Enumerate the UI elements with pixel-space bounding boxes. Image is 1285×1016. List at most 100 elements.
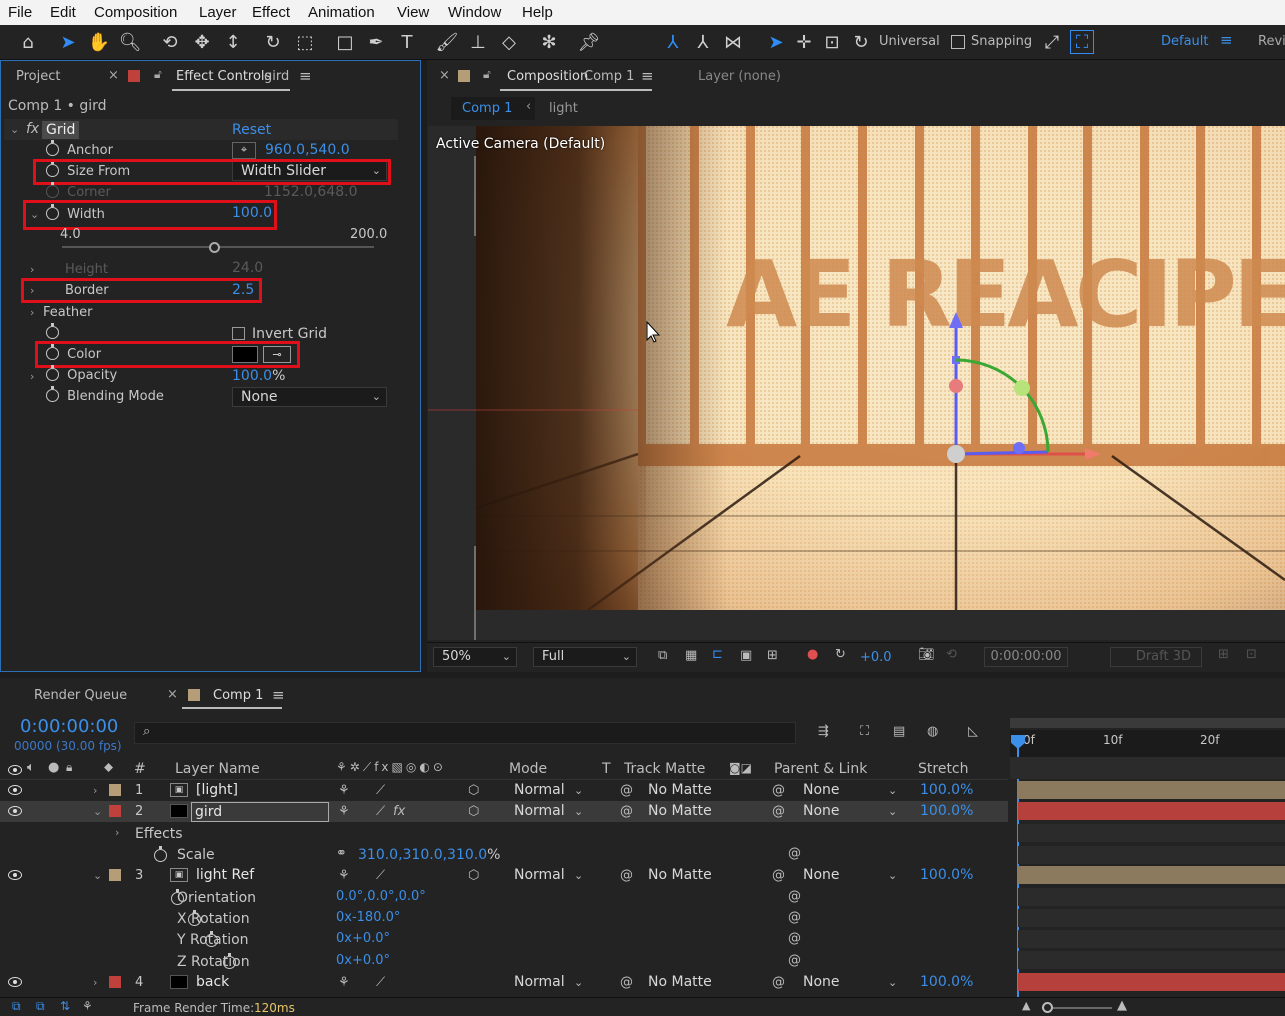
universal-label[interactable]: Universal [879, 34, 940, 49]
menu-file[interactable]: File [8, 4, 32, 21]
mode-dropdown[interactable]: Normal [514, 865, 565, 886]
quality-switch-icon[interactable]: ⟋ [376, 972, 385, 993]
stopwatch-icon[interactable] [46, 386, 59, 402]
stopwatch-icon[interactable] [46, 323, 59, 339]
crosshair-icon[interactable]: ⌖ [232, 142, 256, 159]
tab-effect-controls[interactable]: Effect Controls [176, 69, 271, 84]
workspace-default[interactable]: Default [1161, 34, 1209, 49]
lock-icon[interactable]: 🔒︎ [66, 760, 72, 775]
snap-options-icon[interactable]: ⤢ [1040, 30, 1064, 54]
time-ruler[interactable] [1010, 730, 1285, 757]
transparency-grid-icon[interactable]: ▦ [685, 648, 697, 663]
width-slider-handle[interactable] [208, 242, 220, 253]
close-icon[interactable]: × [439, 68, 450, 83]
tab-project[interactable]: Project [16, 69, 60, 84]
work-area-bar[interactable] [1010, 718, 1285, 728]
solo-icon[interactable]: ● [48, 760, 59, 775]
timecode-field[interactable]: 0:00:00:00 [984, 647, 1068, 667]
lock-icon[interactable]: 🔓︎ [154, 67, 162, 82]
panel-menu-icon[interactable]: ≡ [641, 67, 654, 85]
parent-pickwhip-icon[interactable]: @ [772, 780, 785, 801]
lock-icon[interactable]: 🔓︎ [483, 67, 491, 82]
audio-icon[interactable]: 🔈︎ [27, 760, 35, 775]
world-axis-icon[interactable]: ⅄ [691, 30, 715, 54]
draft3d-toggle[interactable]: Draft 3D [1110, 647, 1202, 667]
chevron-down-icon[interactable]: ⌄ [93, 865, 102, 886]
current-time[interactable]: 0:00:00:00 [20, 716, 118, 737]
grid-guides-icon[interactable]: ⊞ [767, 648, 778, 663]
composition-viewer[interactable]: AE REACIPE Active Camera (Default) [428, 126, 1285, 640]
pickwhip-icon[interactable]: @ [620, 801, 633, 822]
chevron-right-icon[interactable]: › [93, 780, 97, 801]
type-tool-icon[interactable]: T [395, 30, 419, 54]
layer-switches-toggle-icon[interactable]: ⧉ [12, 999, 21, 1014]
mode-dropdown[interactable]: Normal [514, 801, 565, 822]
track-matte-dropdown[interactable]: No Matte [648, 780, 712, 801]
3d-view-icon[interactable]: ⊞ [1218, 647, 1229, 662]
chevron-right-icon[interactable]: › [93, 972, 97, 993]
shy-switch-icon[interactable]: ⚘ [338, 972, 350, 993]
hand-tool-icon[interactable]: ✋ [87, 30, 111, 54]
close-icon[interactable]: × [108, 68, 119, 83]
quality-switch-icon[interactable]: ⟋ [376, 780, 385, 801]
resolution-dropdown[interactable]: Full ⌄ [533, 647, 637, 667]
show-snapshot-icon[interactable]: ⟲ [946, 647, 957, 662]
workspace-review[interactable]: Revi [1258, 34, 1285, 49]
stretch-value[interactable]: 100.0% [920, 780, 973, 801]
layer-row-1[interactable]: › 1 ▣ [light] ⚘ ⟋ ⬡ Normal ⌄ @ No Matte … [0, 780, 1008, 801]
pan-camera-icon[interactable]: ✥ [190, 30, 214, 54]
3d-scale-icon[interactable]: ⊡ [820, 30, 844, 54]
render-time-toggle-icon[interactable]: ⚘ [82, 999, 93, 1013]
layer-bar-1[interactable] [1018, 781, 1285, 799]
tab-render-queue[interactable]: Render Queue [34, 688, 127, 703]
layer-name[interactable]: light Ref [196, 865, 254, 886]
zoom-tool-icon[interactable]: 🔍︎ [118, 30, 142, 54]
puppet-pin-icon[interactable]: 📌︎ [577, 30, 601, 54]
pickwhip-icon[interactable]: @ [620, 780, 633, 801]
stopwatch-icon[interactable] [154, 846, 167, 862]
camera-snapshot-icon[interactable]: 📷︎ [918, 647, 935, 662]
parent-pickwhip-icon[interactable]: @ [772, 865, 785, 886]
quality-switch-icon[interactable]: ⟋ [376, 865, 385, 886]
search-input[interactable]: ⌕ [134, 722, 796, 744]
menu-view[interactable]: View [397, 4, 429, 21]
parent-pickwhip-icon[interactable]: @ [772, 972, 785, 993]
anchor-value[interactable]: 960.0,540.0 [265, 142, 350, 158]
layer-label-swatch[interactable] [109, 869, 121, 881]
menu-layer[interactable]: Layer [199, 4, 237, 21]
channels-icon[interactable]: ● [807, 647, 818, 662]
timeline-zoom-handle[interactable] [1042, 1002, 1053, 1013]
exposure-value[interactable]: +0.0 [860, 650, 892, 665]
expression-pickwhip-icon[interactable]: @ [788, 931, 801, 946]
x-rotation-value[interactable]: 0x-180.0° [336, 910, 400, 925]
chevron-down-icon[interactable]: ⌄ [93, 801, 102, 822]
draft-3d-icon[interactable]: ⛶ [860, 724, 869, 739]
shy-switch-icon[interactable]: ⚘ [338, 865, 350, 886]
chevron-right-icon[interactable]: › [115, 826, 119, 839]
brush-tool-icon[interactable]: 🖌︎ [435, 30, 459, 54]
layer-label-swatch[interactable] [109, 976, 121, 988]
menu-animation[interactable]: Animation [308, 4, 375, 21]
chevron-right-icon[interactable]: › [30, 370, 34, 383]
stretch-value[interactable]: 100.0% [920, 801, 973, 822]
panel-menu-icon[interactable]: ≡ [272, 686, 285, 704]
menu-window[interactable]: Window [448, 4, 501, 21]
parent-dropdown[interactable]: None [803, 972, 840, 993]
rotation-tool-icon[interactable]: ↻ [261, 30, 285, 54]
parent-dropdown[interactable]: None [803, 780, 840, 801]
preview-icon[interactable]: ⧉ [658, 648, 667, 663]
mode-dropdown[interactable]: Normal [514, 780, 565, 801]
menu-edit[interactable]: Edit [50, 4, 76, 21]
transfer-controls-toggle-icon[interactable]: ⧉ [36, 999, 45, 1014]
crumb-light[interactable]: light [549, 101, 578, 116]
crumb-comp[interactable]: Comp 1 [462, 101, 512, 116]
col-layer-name[interactable]: Layer Name [175, 761, 260, 777]
eraser-tool-icon[interactable]: ◇ [497, 30, 521, 54]
workspace-menu-icon[interactable]: ≡ [1220, 31, 1233, 49]
layer-name[interactable]: [light] [196, 780, 238, 801]
dolly-camera-icon[interactable]: ↕ [221, 30, 245, 54]
reset-exposure-icon[interactable]: ↻ [835, 647, 846, 662]
panel-menu-icon[interactable]: ≡ [299, 67, 312, 85]
chevron-down-icon[interactable]: ⌄ [10, 123, 19, 136]
close-icon[interactable]: × [167, 687, 178, 702]
